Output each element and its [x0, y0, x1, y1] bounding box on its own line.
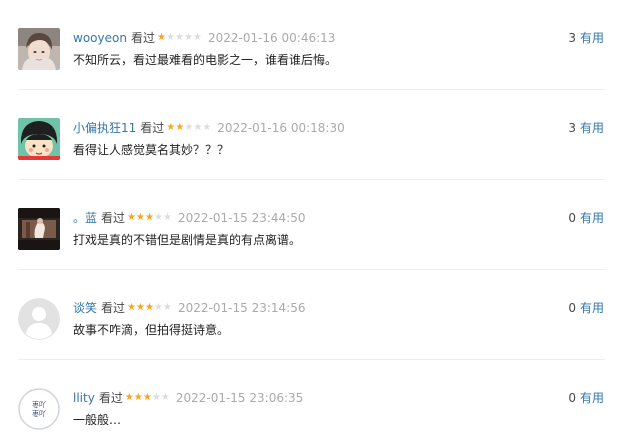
star-icon: ★ [136, 212, 146, 223]
star-icon: ★ [175, 122, 185, 133]
comment-meta: 。蓝 看过 ★ ★ ★ ★ ★ 2022-01-15 23:44:50 [73, 210, 305, 226]
star-icon: ★ [193, 122, 203, 133]
useful-button[interactable]: 有用 [580, 121, 604, 135]
useful-count: 0 [568, 211, 576, 225]
watch-status: 看过 [101, 301, 126, 315]
star-icon: ★ [145, 212, 155, 223]
star-icon: ★ [202, 122, 212, 133]
rating-stars: ★ ★ ★ ★ ★ [127, 210, 172, 226]
star-icon: ★ [156, 32, 166, 43]
comment-item: 谈笑 看过 ★ ★ ★ ★ ★ 2022-01-15 23:14:56 0 有用 … [0, 270, 640, 360]
useful-button[interactable]: 有用 [580, 211, 604, 225]
avatar-logo-icon: 枣吖 枣吖 [18, 388, 60, 430]
default-avatar-icon [18, 298, 60, 340]
star-icon: ★ [145, 302, 155, 313]
rating-stars: ★ ★ ★ ★ ★ [127, 300, 172, 316]
useful-vote: 0 有用 [568, 210, 604, 226]
watch-status: 看过 [140, 121, 165, 135]
comment-meta: 谈笑 看过 ★ ★ ★ ★ ★ 2022-01-15 23:14:56 [73, 300, 305, 316]
username-link[interactable]: llity [73, 390, 95, 406]
rating-stars: ★ ★ ★ ★ ★ [125, 390, 170, 406]
watch-status: 看过 [130, 31, 155, 45]
useful-button[interactable]: 有用 [580, 31, 604, 45]
watch-status: 看过 [98, 391, 123, 405]
comment-text: 看得让人感觉莫名其妙？？？ [73, 143, 230, 157]
comment-item: wooyeon 看过 ★ ★ ★ ★ ★ 2022-01-16 00:46:13… [0, 0, 640, 90]
comment-meta: llity 看过 ★ ★ ★ ★ ★ 2022-01-15 23:06:35 [73, 390, 303, 406]
star-icon: ★ [151, 392, 161, 403]
star-icon: ★ [166, 122, 176, 133]
star-icon: ★ [165, 32, 175, 43]
avatar-photo-icon [18, 28, 60, 70]
username-link[interactable]: 小偏执狂11 [73, 120, 136, 136]
comment-text: 打戏是真的不错但是剧情是真的有点离谱。 [73, 233, 302, 247]
avatar[interactable]: 枣吖 枣吖 [18, 388, 60, 430]
username-link[interactable]: 。蓝 [73, 210, 97, 226]
rating-stars: ★ ★ ★ ★ ★ [166, 120, 211, 136]
comment-time: 2022-01-15 23:44:50 [178, 211, 306, 225]
star-icon: ★ [124, 392, 134, 403]
comment-item: 枣吖 枣吖 llity 看过 ★ ★ ★ ★ ★ 2022-01-15 23:0… [0, 360, 640, 440]
comment-text: 故事不咋滴，但拍得挺诗意。 [73, 323, 230, 337]
star-icon: ★ [160, 392, 170, 403]
useful-vote: 0 有用 [568, 300, 604, 316]
username-link[interactable]: wooyeon [73, 30, 127, 46]
avatar[interactable] [18, 208, 60, 250]
comment-list: wooyeon 看过 ★ ★ ★ ★ ★ 2022-01-16 00:46:13… [0, 0, 640, 440]
rating-stars: ★ ★ ★ ★ ★ [157, 30, 202, 46]
avatar[interactable] [18, 118, 60, 160]
watch-status: 看过 [101, 211, 126, 225]
comment-time: 2022-01-15 23:06:35 [175, 391, 304, 405]
comment-item: 小偏执狂11 看过 ★ ★ ★ ★ ★ 2022-01-16 00:18:30 … [0, 90, 640, 180]
star-icon: ★ [184, 122, 194, 133]
star-icon: ★ [192, 32, 202, 43]
comment-meta: wooyeon 看过 ★ ★ ★ ★ ★ 2022-01-16 00:46:13 [73, 30, 335, 46]
star-icon: ★ [127, 212, 137, 223]
comment-text: 不知所云，看过最难看的电影之一，谁看谁后悔。 [73, 53, 338, 67]
useful-vote: 3 有用 [568, 120, 604, 136]
star-icon: ★ [154, 212, 164, 223]
comment-time: 2022-01-16 00:18:30 [217, 121, 345, 135]
comment-time: 2022-01-16 00:46:13 [207, 31, 336, 45]
star-icon: ★ [183, 32, 193, 43]
useful-button[interactable]: 有用 [580, 391, 604, 405]
useful-count: 0 [568, 391, 576, 405]
useful-count: 3 [568, 121, 576, 135]
star-icon: ★ [174, 32, 184, 43]
username-link[interactable]: 谈笑 [73, 300, 97, 316]
comment-meta: 小偏执狂11 看过 ★ ★ ★ ★ ★ 2022-01-16 00:18:30 [73, 120, 345, 136]
comment-time: 2022-01-15 23:14:56 [178, 301, 306, 315]
avatar[interactable] [18, 298, 60, 340]
useful-vote: 0 有用 [568, 390, 604, 406]
avatar[interactable] [18, 28, 60, 70]
useful-button[interactable]: 有用 [580, 301, 604, 315]
star-icon: ★ [133, 392, 143, 403]
avatar-logo-line-1: 枣吖 [32, 400, 46, 409]
star-icon: ★ [163, 212, 173, 223]
useful-vote: 3 有用 [568, 30, 604, 46]
avatar-cartoon-icon [18, 118, 60, 160]
comment-text: 一般般… [73, 413, 122, 427]
useful-count: 0 [568, 301, 576, 315]
star-icon: ★ [142, 392, 152, 403]
useful-count: 3 [568, 31, 576, 45]
avatar-logo-line-2: 枣吖 [32, 409, 46, 418]
star-icon: ★ [127, 302, 137, 313]
star-icon: ★ [136, 302, 146, 313]
comment-item: 。蓝 看过 ★ ★ ★ ★ ★ 2022-01-15 23:44:50 0 有用 … [0, 180, 640, 270]
star-icon: ★ [163, 302, 173, 313]
star-icon: ★ [154, 302, 164, 313]
avatar-photo-icon [18, 208, 60, 250]
